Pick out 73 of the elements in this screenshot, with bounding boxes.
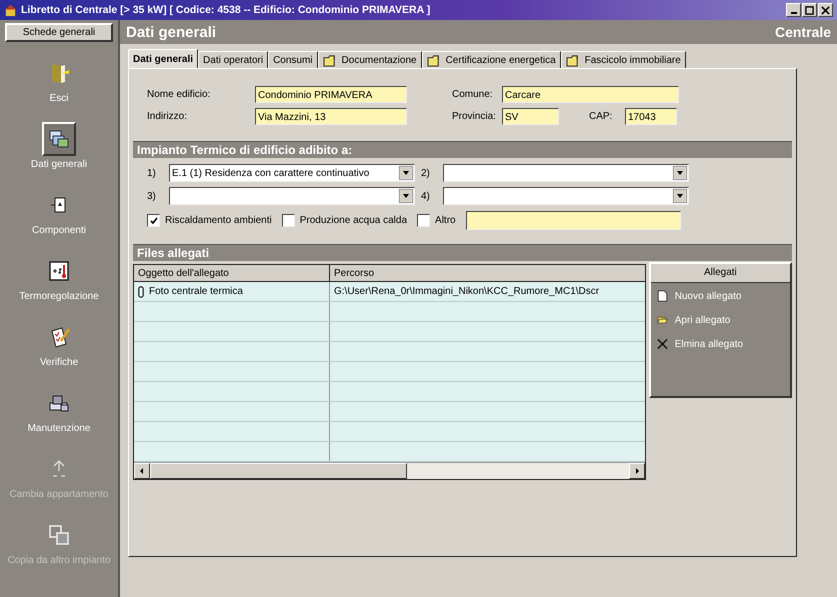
checkbox[interactable] xyxy=(147,214,160,227)
input-field[interactable]: Via Mazzini, 13 xyxy=(255,108,407,124)
sidebar-item[interactable]: Dati generali xyxy=(30,122,88,188)
close-button[interactable] xyxy=(818,3,833,17)
field-label: CAP: xyxy=(589,110,614,122)
field-label: Indirizzo: xyxy=(147,110,188,122)
tab[interactable]: Certificazione energetica xyxy=(422,51,561,68)
sidebar-item[interactable]: Componenti xyxy=(32,188,86,254)
input-field[interactable]: SV xyxy=(502,108,559,124)
dropdown-arrow-icon xyxy=(673,166,687,180)
maximize-icon xyxy=(805,6,814,14)
section-header: Impianto Termico di edificio adibito a: xyxy=(133,141,792,158)
attachment-name: Foto centrale termica xyxy=(149,286,243,297)
table-cell-text: G:\User\Rena_0r\Immagini_Nikon\KCC_Rumore_MC1\Dscr xyxy=(333,285,600,299)
field-label: Provincia: xyxy=(452,110,497,122)
input-field[interactable]: 17043 xyxy=(625,108,677,124)
dropdown[interactable]: E.1 (1) Residenza con carattere continuativo xyxy=(169,164,415,182)
tab[interactable]: Consumi xyxy=(268,51,318,68)
sidebar-item[interactable]: Manutenzione xyxy=(28,386,90,452)
sidebar-item[interactable]: Verifiche xyxy=(40,320,78,386)
horizontal-scrollbar[interactable] xyxy=(134,462,645,479)
select-number: 1) xyxy=(147,168,157,178)
schede-button[interactable]: Schede generali xyxy=(5,23,113,42)
open-folder-icon xyxy=(656,314,668,326)
dropdown[interactable] xyxy=(443,187,689,205)
tab[interactable]: Dati operatori xyxy=(198,51,268,68)
copy-icon xyxy=(47,523,71,547)
window-title: Libretto di Centrale [> 35 kW] [ Codice: 4538 -- Edificio: Condominio PRIMAVERA ] xyxy=(21,4,430,16)
app-icon xyxy=(4,4,17,16)
checkbox-label: Altro xyxy=(435,215,456,226)
scroll-right-button[interactable] xyxy=(628,463,645,479)
section-header: Files allegati xyxy=(133,244,792,261)
column-header[interactable]: Oggetto dell'allegato xyxy=(134,265,330,281)
tab[interactable]: Documentazione xyxy=(318,51,422,68)
checkbox-label: Produzione acqua calda xyxy=(300,215,408,226)
select-number: 2) xyxy=(420,168,431,178)
dropdown-arrow-icon xyxy=(673,189,687,203)
action-link[interactable]: Elmina allegato xyxy=(650,333,790,355)
paperclip-icon xyxy=(138,286,144,298)
checkbox[interactable] xyxy=(417,214,430,227)
input-field[interactable]: Condominio PRIMAVERA xyxy=(255,86,407,102)
checkbox[interactable] xyxy=(282,214,295,227)
left-arrow-icon xyxy=(138,467,146,475)
panel-title: Allegati xyxy=(650,264,790,283)
document-icon xyxy=(656,290,668,302)
sidebar-item[interactable]: Esci xyxy=(42,56,76,122)
field-label: Comune: xyxy=(452,88,494,100)
dropdown-arrow-icon xyxy=(399,189,413,203)
action-link[interactable]: Nuovo allegato xyxy=(650,285,790,307)
dropdown[interactable] xyxy=(443,164,689,182)
dropdown-arrow-icon xyxy=(399,166,413,180)
thermometer-icon xyxy=(47,259,71,283)
delete-icon xyxy=(656,338,668,350)
select-number: 3) xyxy=(147,190,157,202)
sidebar-item[interactable]: Termoregolazione xyxy=(19,254,99,320)
checkbox-label: Riscaldamento ambienti xyxy=(165,215,272,226)
scroll-left-button[interactable] xyxy=(134,463,150,479)
select-number: 4) xyxy=(420,190,431,202)
tab[interactable]: Dati generali xyxy=(128,49,198,68)
maximize-button[interactable] xyxy=(802,3,817,17)
column-header[interactable]: Percorso xyxy=(330,265,645,281)
minimize-icon xyxy=(790,12,796,14)
tab[interactable]: Fascicolo immobiliare xyxy=(560,51,686,68)
dropdown[interactable] xyxy=(169,187,415,205)
scrollbar-thumb[interactable] xyxy=(150,463,407,479)
context-label: Centrale xyxy=(774,24,831,40)
minimize-button[interactable] xyxy=(786,3,801,17)
input-field[interactable] xyxy=(466,211,681,230)
close-icon xyxy=(821,6,830,14)
action-link[interactable]: Apri allegato xyxy=(650,309,790,331)
field-label: Nome edificio: xyxy=(147,88,212,100)
input-field[interactable]: Carcare xyxy=(502,86,679,102)
page-title: Dati generali xyxy=(126,24,216,40)
